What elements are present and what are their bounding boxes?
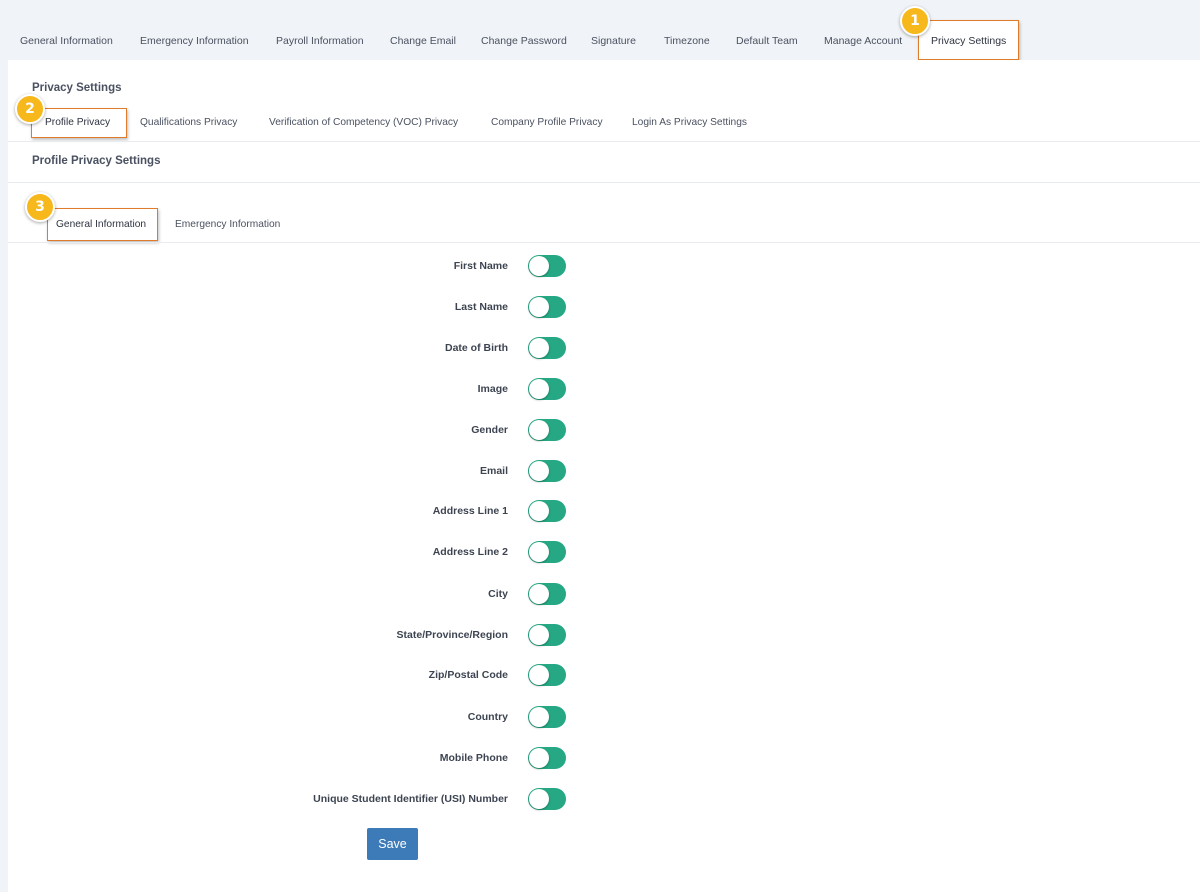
tab-manage-account[interactable]: Manage Account [824, 21, 902, 61]
field-label: Date of Birth [445, 342, 508, 354]
field-label: First Name [453, 260, 508, 272]
last-name-toggle[interactable] [528, 296, 566, 318]
usi-number-toggle[interactable] [528, 788, 566, 810]
gender-toggle[interactable] [528, 419, 566, 441]
toggle-knob [529, 748, 549, 768]
field-label: Address Line 1 [432, 505, 508, 517]
toggle-knob [529, 379, 549, 399]
toggle-knob [529, 501, 549, 521]
tab-signature[interactable]: Signature [591, 21, 636, 61]
step-badge-2: 2 [15, 94, 45, 124]
field-row-usi-number: Unique Student Identifier (USI) Number [0, 788, 1200, 814]
field-row-state: State/Province/Region [0, 624, 1200, 650]
address-line-2-toggle[interactable] [528, 541, 566, 563]
field-label: Image [477, 383, 508, 395]
toggle-knob [529, 297, 549, 317]
toggle-knob [529, 584, 549, 604]
privacy-settings-heading: Privacy Settings [32, 82, 122, 94]
field-row-date-of-birth: Date of Birth [0, 337, 1200, 363]
country-toggle[interactable] [528, 706, 566, 728]
field-label: Country [467, 711, 508, 723]
city-toggle[interactable] [528, 583, 566, 605]
toggle-knob [529, 420, 549, 440]
toggle-knob [529, 707, 549, 727]
field-row-mobile-phone: Mobile Phone [0, 747, 1200, 773]
field-row-email: Email [0, 460, 1200, 486]
field-row-last-name: Last Name [0, 296, 1200, 322]
tab-qualifications-privacy[interactable]: Qualifications Privacy [140, 117, 237, 128]
field-label: Address Line 2 [432, 546, 508, 558]
field-row-address-line-2: Address Line 2 [0, 541, 1200, 567]
tab-voc-privacy[interactable]: Verification of Competency (VOC) Privacy [269, 117, 458, 128]
field-row-image: Image [0, 378, 1200, 404]
field-label: Last Name [454, 301, 508, 313]
divider [8, 182, 1200, 183]
tab-profile-general-information[interactable]: General Information [47, 208, 158, 241]
tab-login-as-privacy-settings[interactable]: Login As Privacy Settings [632, 117, 747, 128]
tab-company-profile-privacy[interactable]: Company Profile Privacy [491, 117, 603, 128]
toggle-knob [529, 338, 549, 358]
field-row-country: Country [0, 706, 1200, 732]
zip-toggle[interactable] [528, 664, 566, 686]
mobile-phone-toggle[interactable] [528, 747, 566, 769]
field-row-city: City [0, 583, 1200, 609]
toggle-knob [529, 542, 549, 562]
tab-general-information[interactable]: General Information [20, 21, 113, 61]
field-row-gender: Gender [0, 419, 1200, 445]
tab-emergency-information[interactable]: Emergency Information [140, 21, 249, 61]
image-toggle[interactable] [528, 378, 566, 400]
tab-change-password[interactable]: Change Password [481, 21, 567, 61]
field-row-zip: Zip/Postal Code [0, 664, 1200, 690]
step-badge-3: 3 [25, 192, 55, 222]
tab-profile-emergency-information[interactable]: Emergency Information [175, 219, 280, 230]
field-label: City [488, 588, 508, 600]
step-badge-1: 1 [900, 6, 930, 36]
field-label: Zip/Postal Code [428, 669, 508, 681]
profile-privacy-settings-heading: Profile Privacy Settings [32, 155, 161, 167]
date-of-birth-toggle[interactable] [528, 337, 566, 359]
toggle-knob [529, 665, 549, 685]
field-label: Email [479, 465, 508, 477]
tab-default-team[interactable]: Default Team [736, 21, 798, 61]
tab-profile-privacy[interactable]: Profile Privacy [31, 108, 127, 138]
toggle-knob [529, 256, 549, 276]
tab-privacy-settings[interactable]: Privacy Settings [918, 20, 1019, 60]
tab-payroll-information[interactable]: Payroll Information [276, 21, 364, 61]
field-label: State/Province/Region [396, 629, 508, 641]
field-label: Gender [471, 424, 508, 436]
divider [8, 242, 1200, 243]
field-label: Unique Student Identifier (USI) Number [313, 793, 508, 805]
divider [8, 141, 1200, 142]
field-row-address-line-1: Address Line 1 [0, 500, 1200, 526]
first-name-toggle[interactable] [528, 255, 566, 277]
tab-change-email[interactable]: Change Email [390, 21, 456, 61]
email-toggle[interactable] [528, 460, 566, 482]
toggle-knob [529, 461, 549, 481]
tab-timezone[interactable]: Timezone [664, 21, 710, 61]
account-tabs-bar: General Information Emergency Informatio… [0, 0, 1200, 60]
field-row-first-name: First Name [0, 255, 1200, 281]
field-label: Mobile Phone [439, 752, 508, 764]
toggle-knob [529, 625, 549, 645]
address-line-1-toggle[interactable] [528, 500, 566, 522]
save-button[interactable]: Save [367, 828, 418, 860]
state-toggle[interactable] [528, 624, 566, 646]
toggle-knob [529, 789, 549, 809]
